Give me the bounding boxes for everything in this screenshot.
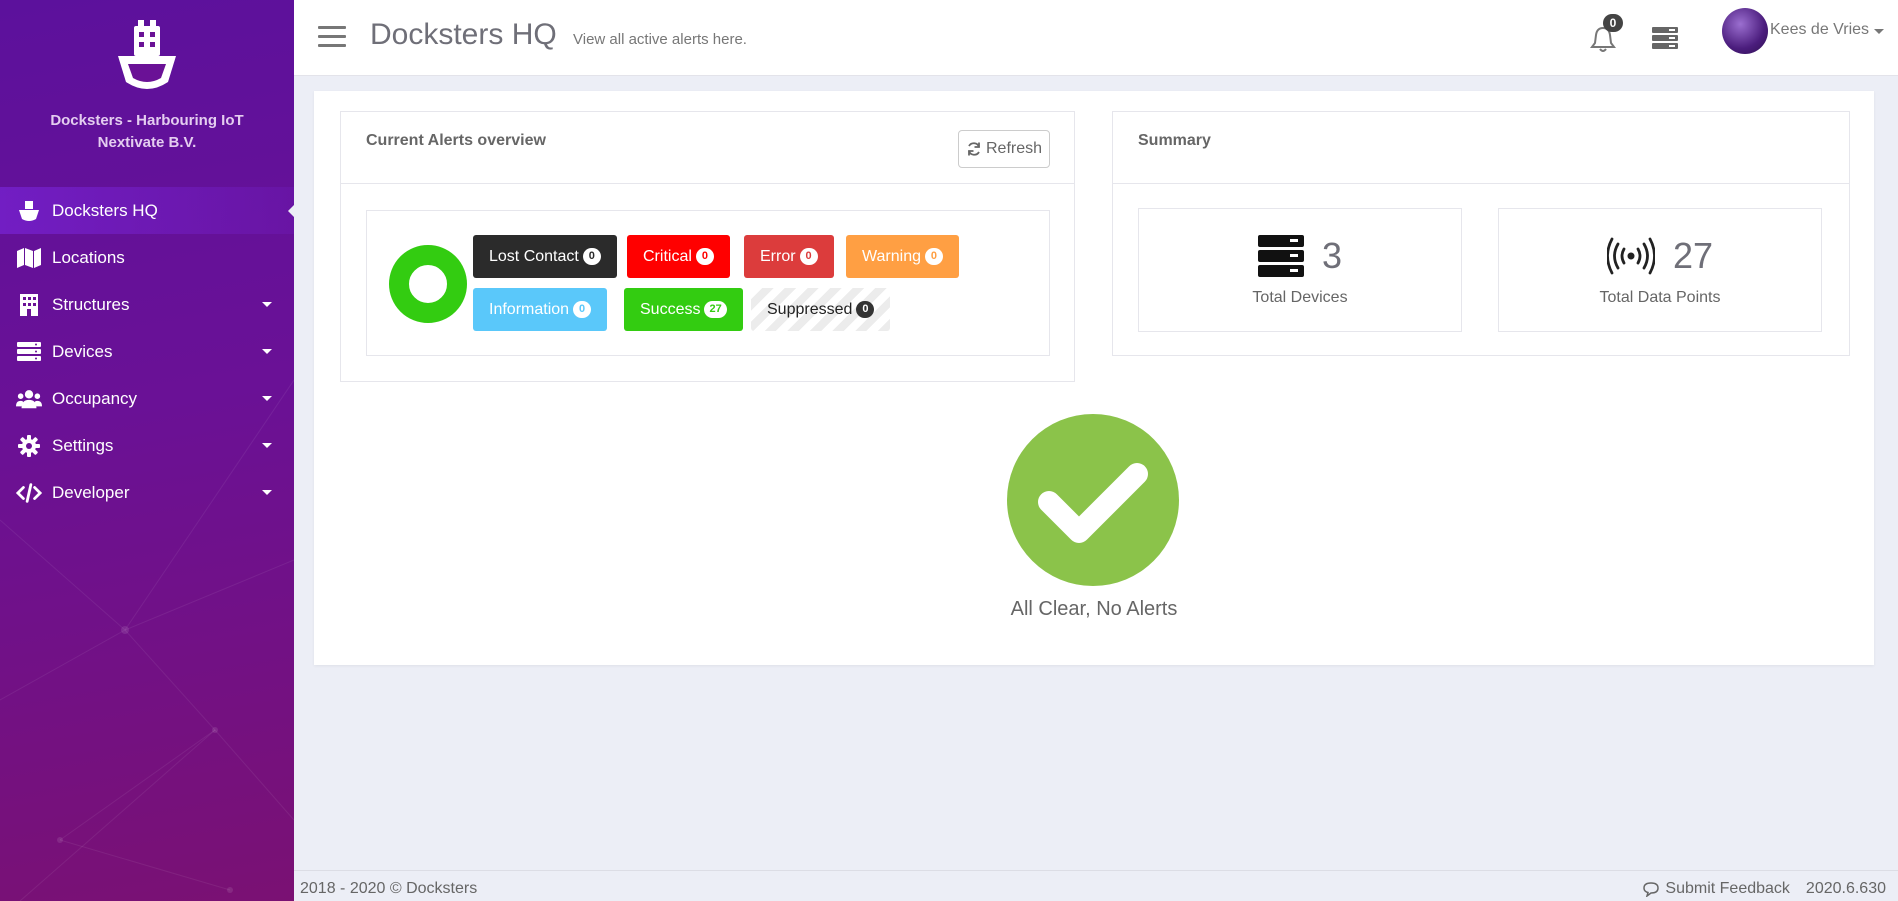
page-title: Docksters HQ <box>370 18 557 51</box>
chip-label: Information <box>489 300 570 318</box>
total-devices-stat: 3 Total Devices <box>1138 208 1462 332</box>
chip-label: Warning <box>862 247 921 265</box>
sidebar-item-occupancy[interactable]: Occupancy <box>0 375 294 422</box>
chip-success[interactable]: Success 27 <box>624 288 743 331</box>
chip-label: Critical <box>643 247 692 265</box>
footer: 2018 - 2020 © Docksters Submit Feedback … <box>294 870 1898 901</box>
sidebar-item-label: Devices <box>52 341 113 361</box>
code-icon <box>16 481 42 505</box>
brand-company: Nextivate B.V. <box>97 134 197 151</box>
sidebar-item-label: Docksters HQ <box>52 200 158 220</box>
sidebar-item-settings[interactable]: Settings <box>0 422 294 469</box>
chip-label: Success <box>640 300 701 318</box>
sidebar-item-developer[interactable]: Developer <box>0 469 294 516</box>
summary-panel-title: Summary <box>1138 132 1211 149</box>
chip-suppressed[interactable]: Suppressed 0 <box>751 288 891 331</box>
app-version: 2020.6.630 <box>1805 880 1886 897</box>
alerts-panel-title: Current Alerts overview <box>366 132 546 149</box>
user-avatar[interactable] <box>1722 8 1768 54</box>
refresh-label: Refresh <box>985 140 1043 157</box>
footer-copyright: 2018 - 2020 © Docksters <box>300 880 478 897</box>
submit-feedback-link[interactable]: Submit Feedback <box>1665 880 1790 898</box>
chip-count: 0 <box>573 301 592 318</box>
chevron-down-icon <box>262 302 272 307</box>
sidebar-item-structures[interactable]: Structures <box>0 281 294 328</box>
chevron-down-icon[interactable] <box>1874 29 1884 34</box>
chip-lost-contact[interactable]: Lost Contact 0 <box>473 235 617 278</box>
refresh-button[interactable]: Refresh <box>958 130 1050 168</box>
chip-count: 0 <box>924 248 943 265</box>
total-devices-label: Total Devices <box>1252 289 1348 306</box>
gear-icon <box>16 434 42 458</box>
refresh-icon <box>968 142 980 156</box>
chip-count: 27 <box>704 301 727 318</box>
broadcast-icon <box>1606 237 1655 275</box>
chip-warning[interactable]: Warning 0 <box>846 235 959 278</box>
server-icon <box>1652 27 1678 49</box>
chevron-down-icon <box>262 396 272 401</box>
alerts-donut-chart <box>389 245 467 323</box>
chip-count: 0 <box>799 248 818 265</box>
sidebar-item-locations[interactable]: Locations <box>0 234 294 281</box>
alerts-overview-panel: Current Alerts overview Refresh Lost Con… <box>340 111 1075 382</box>
sidebar: Docksters - Harbouring IoT Nextivate B.V… <box>0 0 294 901</box>
notification-count-badge: 0 <box>1603 14 1623 32</box>
total-datapoints-value: 27 <box>1672 235 1714 276</box>
chip-count: 0 <box>582 248 601 265</box>
chip-critical[interactable]: Critical 0 <box>627 235 730 278</box>
brand: Docksters - Harbouring IoT Nextivate B.V… <box>0 20 294 154</box>
main-content: Current Alerts overview Refresh Lost Con… <box>314 91 1874 665</box>
menu-toggle-button[interactable] <box>318 26 346 48</box>
user-name[interactable]: Kees de Vries <box>1770 21 1869 39</box>
chip-label: Suppressed <box>767 300 853 318</box>
chip-information[interactable]: Information 0 <box>473 288 608 331</box>
summary-panel: Summary 3 Total Devices 27 Total Data Po… <box>1112 111 1850 356</box>
chip-label: Error <box>760 247 796 265</box>
comment-icon <box>1643 881 1660 897</box>
total-datapoints-stat: 27 Total Data Points <box>1498 208 1822 332</box>
building-icon <box>16 293 42 317</box>
top-header: Docksters HQ View all active alerts here… <box>294 0 1898 76</box>
chevron-down-icon <box>262 349 272 354</box>
chip-label: Lost Contact <box>489 247 579 265</box>
chevron-down-icon <box>262 443 272 448</box>
brand-name: Docksters - Harbouring IoT <box>50 112 244 129</box>
sidebar-item-label: Locations <box>52 247 125 267</box>
sidebar-item-docksters-hq[interactable]: Docksters HQ <box>0 187 294 234</box>
server-icon <box>1257 235 1304 277</box>
sidebar-item-label: Occupancy <box>52 388 138 408</box>
chip-count: 0 <box>856 301 875 318</box>
sidebar-item-devices[interactable]: Devices <box>0 328 294 375</box>
sidebar-nav: Docksters HQ Locations Structures Device… <box>0 187 294 516</box>
page-subtitle: View all active alerts here. <box>573 31 747 48</box>
all-clear-indicator <box>1007 414 1179 586</box>
alerts-summary-box: Lost Contact 0 Critical 0 Error 0 Warnin… <box>366 210 1050 356</box>
server-icon <box>16 340 42 364</box>
sidebar-item-label: Settings <box>52 435 114 455</box>
users-icon <box>16 387 42 411</box>
ship-logo-icon <box>118 20 176 89</box>
sidebar-item-label: Developer <box>52 482 130 502</box>
devices-shortcut-button[interactable] <box>1652 26 1680 52</box>
ship-icon <box>16 199 42 223</box>
chevron-down-icon <box>262 490 272 495</box>
chip-count: 0 <box>695 248 714 265</box>
sidebar-item-label: Structures <box>52 294 130 314</box>
map-icon <box>16 246 42 270</box>
total-devices-value: 3 <box>1321 235 1343 276</box>
chip-error[interactable]: Error 0 <box>744 235 834 278</box>
all-clear-message: All Clear, No Alerts <box>1010 598 1178 620</box>
donut-slice-success <box>389 245 467 323</box>
check-icon <box>1038 463 1148 543</box>
total-datapoints-label: Total Data Points <box>1599 289 1721 306</box>
